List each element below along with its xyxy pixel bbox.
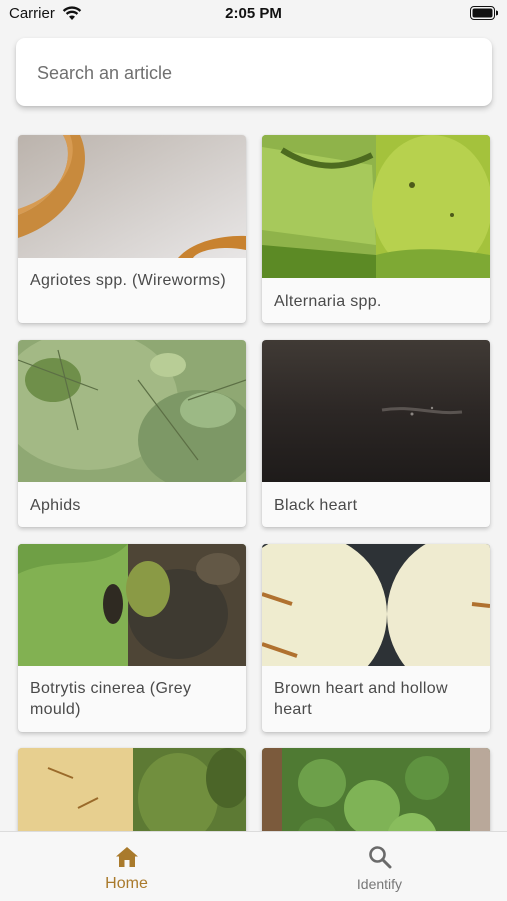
home-icon	[115, 847, 138, 867]
article-image	[18, 135, 246, 258]
article-card[interactable]: Botrytis cinerea (Grey mould)	[18, 544, 246, 732]
article-image	[18, 340, 246, 482]
article-card[interactable]: Agriotes spp. (Wireworms)	[18, 135, 246, 323]
article-image	[18, 544, 246, 666]
tab-home[interactable]: Home	[0, 832, 253, 901]
article-image	[262, 544, 490, 666]
article-title: Brown heart and hollow heart	[274, 680, 448, 718]
article-image	[262, 340, 490, 482]
tab-identify-label: Identify	[356, 876, 403, 892]
article-card[interactable]: Alternaria spp.	[262, 135, 490, 323]
article-title: Black heart	[274, 497, 358, 514]
search-icon	[368, 846, 391, 869]
article-title: Aphids	[30, 497, 81, 514]
tab-home-label: Home	[105, 875, 148, 892]
article-card[interactable]: Black heart	[262, 340, 490, 527]
tab-identify[interactable]: Identify	[253, 832, 506, 901]
article-title: Alternaria spp.	[274, 293, 382, 310]
article-grid: Agriotes spp. (Wireworms) Alternaria spp…	[0, 0, 507, 900]
article-card[interactable]: Brown heart and hollow heart	[262, 544, 490, 732]
tab-bar: Home Identify	[0, 831, 507, 901]
article-title: Agriotes spp. (Wireworms)	[30, 272, 226, 289]
article-title: Botrytis cinerea (Grey mould)	[30, 680, 192, 718]
article-card[interactable]: Aphids	[18, 340, 246, 527]
article-image	[262, 135, 490, 278]
